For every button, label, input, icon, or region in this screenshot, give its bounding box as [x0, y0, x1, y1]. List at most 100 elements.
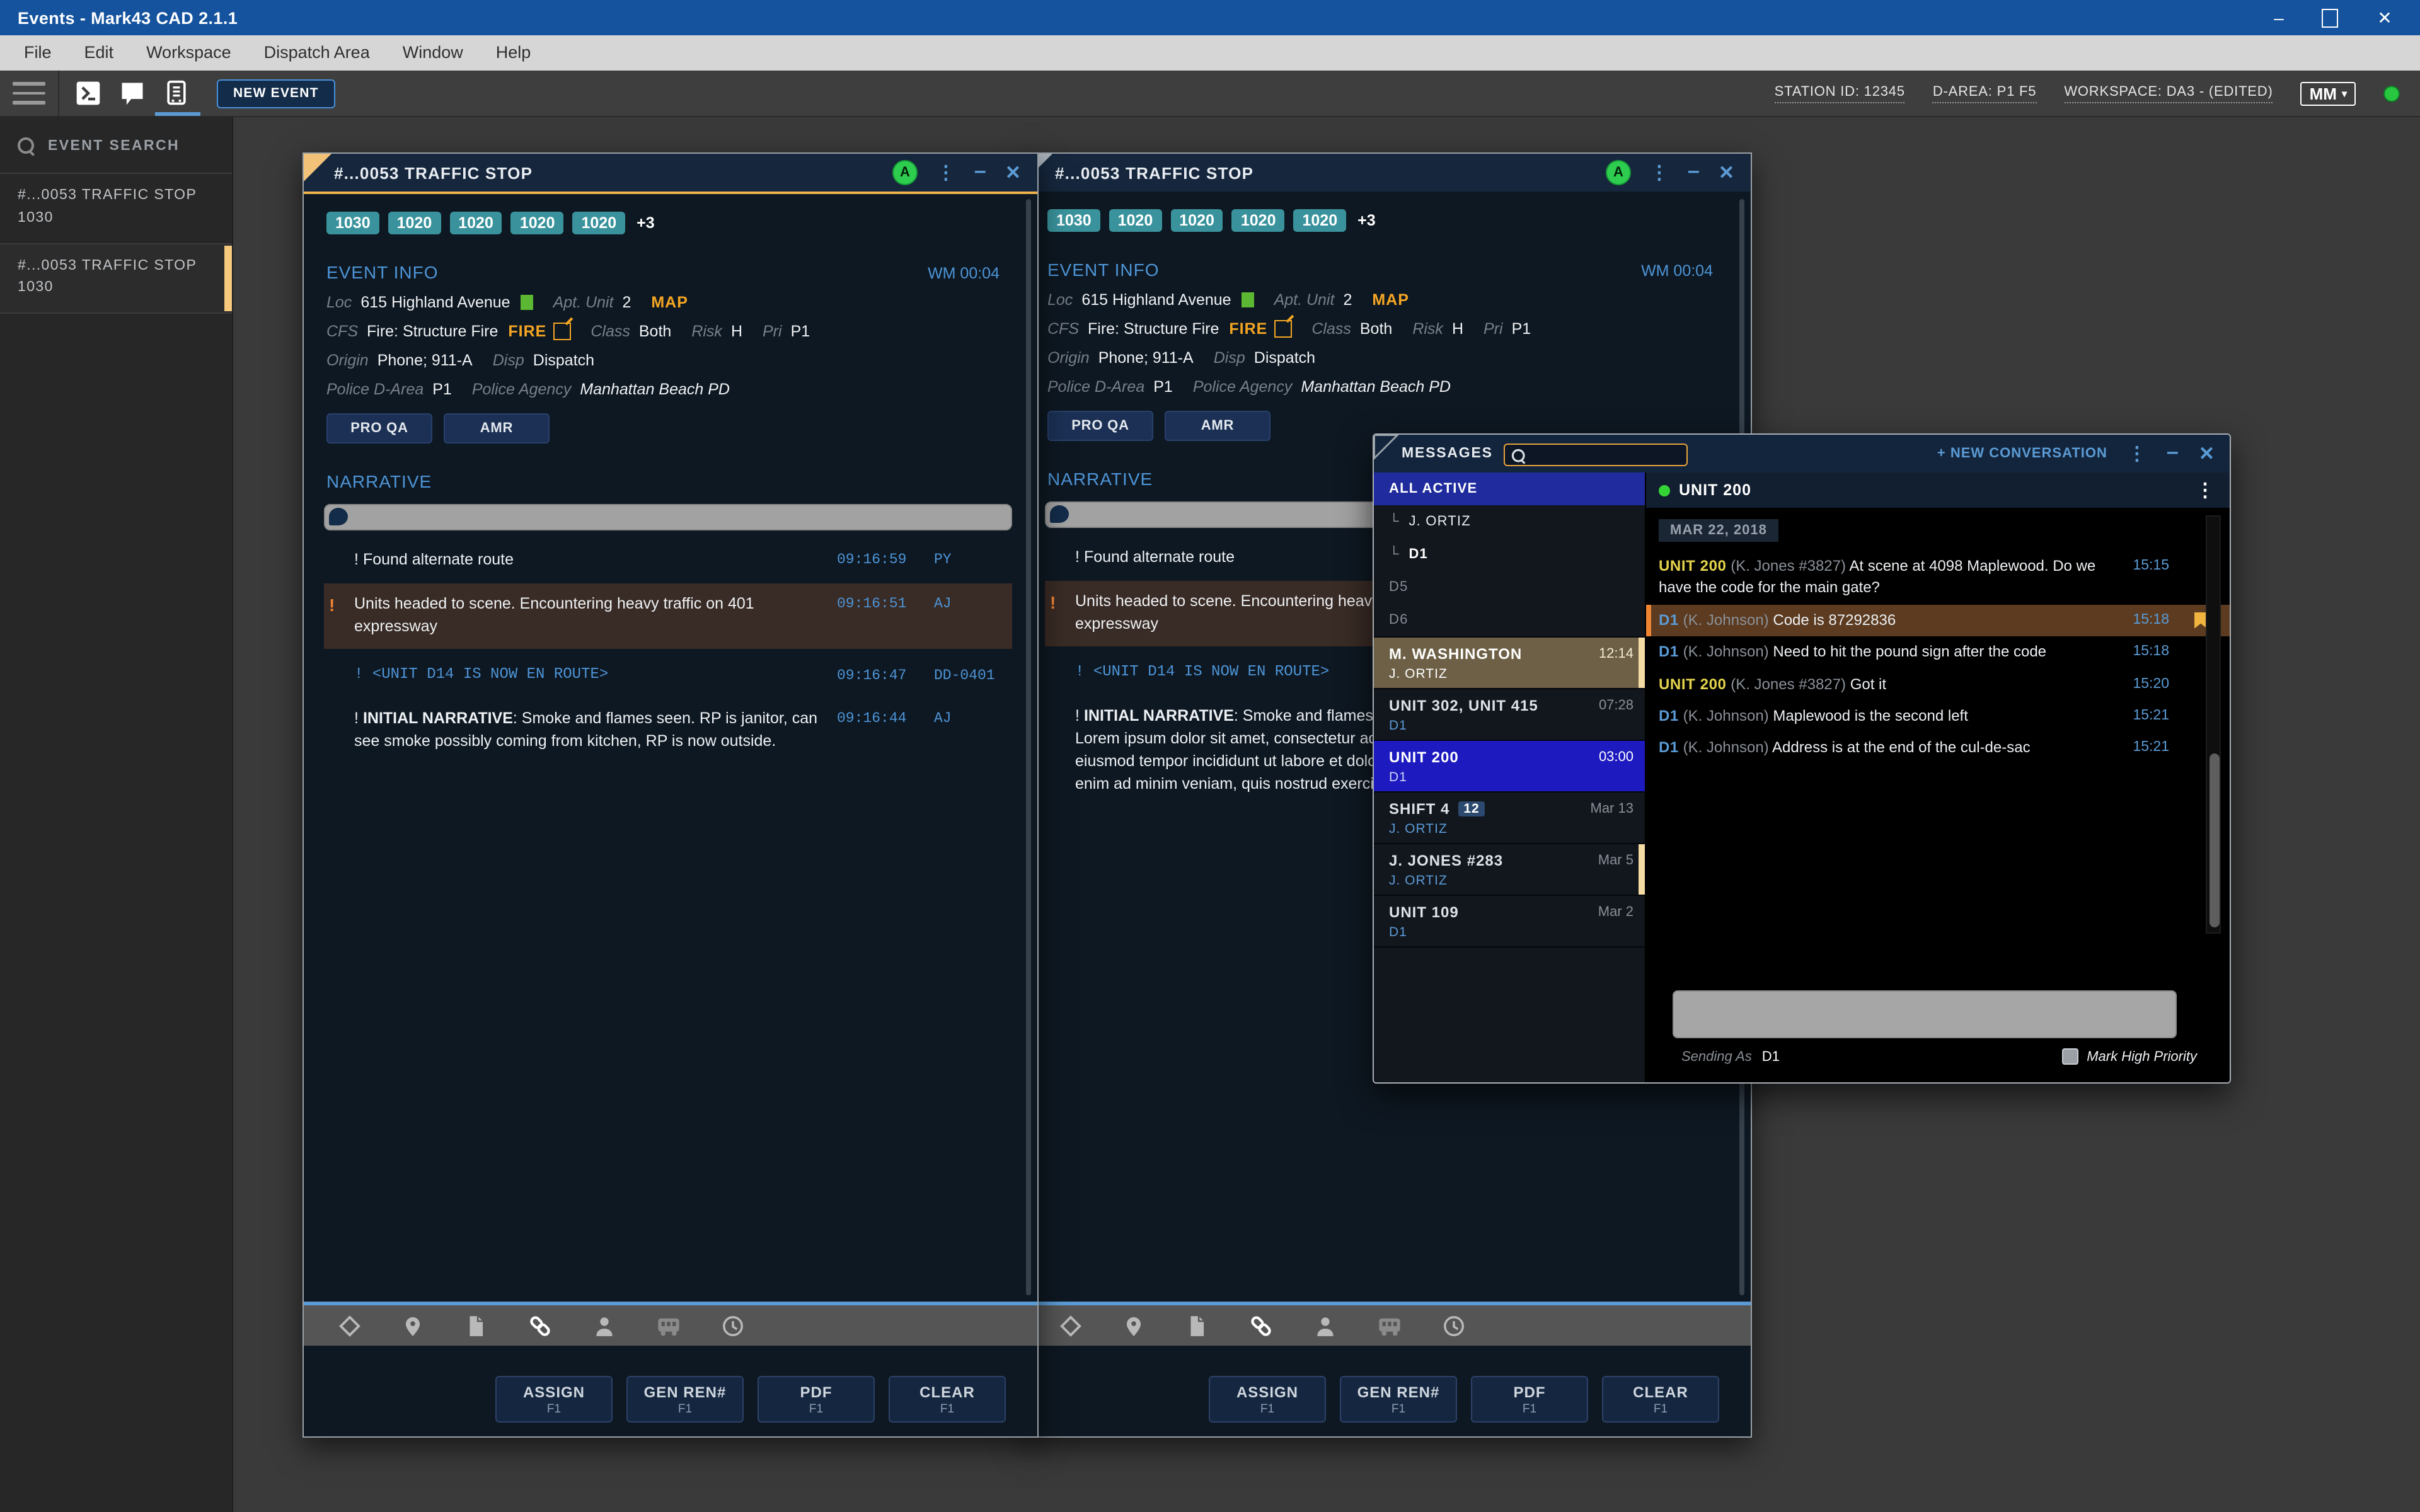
- file-icon[interactable]: [1185, 1314, 1209, 1337]
- maximize-icon[interactable]: [2322, 8, 2342, 27]
- menu-item[interactable]: Window: [386, 35, 480, 71]
- event-window-header[interactable]: #...0053 TRAFFIC STOP A ⋮ – ✕: [1025, 154, 1751, 192]
- close-icon[interactable]: ✕: [2199, 444, 2215, 463]
- conversation-filter[interactable]: D6: [1374, 604, 1645, 636]
- event-tag[interactable]: 1020: [1232, 209, 1285, 232]
- user-menu-dropdown[interactable]: MM ▾: [2301, 81, 2356, 105]
- narrative-entry[interactable]: ! Found alternate route 09:16:59 PY: [324, 546, 1012, 573]
- event-tag[interactable]: 1020: [1109, 209, 1162, 232]
- info-action-button[interactable]: AMR: [444, 413, 550, 444]
- chat-scrollbar-thumb[interactable]: [2210, 753, 2220, 927]
- map-link[interactable]: MAP: [1372, 291, 1409, 309]
- chat-message[interactable]: UNIT 200 (K. Jones #3827) Got it 15:20: [1646, 668, 2230, 701]
- more-tags-label[interactable]: +3: [637, 214, 655, 232]
- minimize-icon[interactable]: –: [2269, 8, 2289, 28]
- vehicle-icon[interactable]: [655, 1312, 682, 1339]
- conversation-filter[interactable]: D1: [1374, 538, 1645, 571]
- close-icon[interactable]: ✕: [1719, 163, 1734, 182]
- diamond-icon[interactable]: [338, 1314, 362, 1337]
- bookmark-icon[interactable]: [2194, 612, 2207, 629]
- conversation-filter[interactable]: J. ORTIZ: [1374, 505, 1645, 538]
- conversation-item[interactable]: M. WASHINGTON 12:14 J. ORTIZ: [1374, 638, 1645, 689]
- conversation-item[interactable]: SHIFT 412 Mar 13 J. ORTIZ: [1374, 793, 1645, 844]
- event-tag[interactable]: 1020: [573, 212, 626, 234]
- event-tag[interactable]: 1030: [1047, 209, 1100, 232]
- narrative-input[interactable]: [324, 504, 1012, 530]
- chat-message[interactable]: D1 (K. Johnson) Code is 87292836 15:18: [1646, 605, 2230, 637]
- info-action-button[interactable]: PRO QA: [1047, 411, 1153, 441]
- hamburger-icon[interactable]: [13, 83, 45, 105]
- event-action-button[interactable]: ASSIGN F1: [495, 1376, 613, 1423]
- person-icon[interactable]: [592, 1314, 616, 1337]
- external-link-icon[interactable]: [553, 323, 570, 340]
- new-conversation-button[interactable]: + NEW CONVERSATION: [1937, 446, 2107, 461]
- conversation-item[interactable]: UNIT 109 Mar 2 D1: [1374, 896, 1645, 948]
- narrative-entry[interactable]: ! INITIAL NARRATIVE: Smoke and flames se…: [324, 704, 1012, 755]
- menu-item[interactable]: Dispatch Area: [248, 35, 386, 71]
- event-list-item[interactable]: #...0053 TRAFFIC STOP 1030: [0, 174, 232, 244]
- person-icon[interactable]: [1313, 1314, 1337, 1337]
- event-tag[interactable]: 1020: [1170, 209, 1223, 232]
- new-event-button[interactable]: NEW EVENT: [217, 79, 335, 108]
- menu-item[interactable]: Workspace: [130, 35, 248, 71]
- avatar[interactable]: A: [892, 160, 918, 185]
- conversation-item[interactable]: J. JONES #283 Mar 5 J. ORTIZ: [1374, 844, 1645, 896]
- d-area-label[interactable]: D-AREA: P1 F5: [1933, 84, 2036, 103]
- minimize-icon[interactable]: –: [1688, 159, 1700, 181]
- minimize-icon[interactable]: –: [974, 159, 986, 181]
- kebab-menu-icon[interactable]: ⋮: [1650, 163, 1669, 182]
- menu-item[interactable]: Edit: [68, 35, 130, 71]
- chat-icon[interactable]: [117, 78, 147, 108]
- messages-search-input[interactable]: [1504, 443, 1688, 466]
- scrollbar[interactable]: [1026, 199, 1031, 1295]
- event-action-button[interactable]: GEN REN# F1: [626, 1376, 744, 1423]
- vehicle-icon[interactable]: [1376, 1312, 1403, 1339]
- kebab-menu-icon[interactable]: ⋮: [2196, 481, 2215, 500]
- terminal-icon[interactable]: [73, 78, 103, 108]
- diamond-icon[interactable]: [1059, 1314, 1083, 1337]
- close-icon[interactable]: ✕: [1005, 163, 1021, 182]
- event-list-item[interactable]: #...0053 TRAFFIC STOP 1030: [0, 244, 232, 314]
- file-icon[interactable]: [464, 1314, 488, 1337]
- more-tags-label[interactable]: +3: [1357, 212, 1376, 229]
- conversation-item[interactable]: UNIT 200 03:00 D1: [1374, 741, 1645, 793]
- dispatch-icon[interactable]: [161, 78, 192, 108]
- chat-message[interactable]: D1 (K. Johnson) Address is at the end of…: [1646, 733, 2230, 765]
- event-tag[interactable]: 1020: [1294, 209, 1347, 232]
- event-tag[interactable]: 1020: [388, 212, 441, 234]
- event-tag[interactable]: 1030: [326, 212, 379, 234]
- history-icon[interactable]: [721, 1314, 745, 1337]
- search-icon[interactable]: [18, 137, 35, 155]
- pin-icon[interactable]: [1122, 1314, 1146, 1337]
- station-id-label[interactable]: STATION ID: 12345: [1775, 84, 1905, 103]
- menu-item[interactable]: Help: [480, 35, 548, 71]
- link-icon[interactable]: [527, 1312, 553, 1339]
- pin-icon[interactable]: [401, 1314, 425, 1337]
- conversation-filter[interactable]: ALL ACTIVE: [1374, 472, 1645, 505]
- event-tag[interactable]: 1020: [449, 212, 502, 234]
- event-action-button[interactable]: ASSIGN F1: [1209, 1376, 1326, 1423]
- chat-message-input[interactable]: [1673, 990, 2177, 1038]
- chat-message[interactable]: D1 (K. Johnson) Need to hit the pound si…: [1646, 636, 2230, 668]
- event-action-button[interactable]: PDF F1: [1471, 1376, 1588, 1423]
- event-action-button[interactable]: CLEAR F1: [889, 1376, 1006, 1423]
- external-link-icon[interactable]: [1274, 320, 1291, 338]
- event-window-header[interactable]: #...0053 TRAFFIC STOP A ⋮ – ✕: [304, 154, 1037, 194]
- map-link[interactable]: MAP: [651, 294, 688, 311]
- conversation-item[interactable]: UNIT 302, UNIT 415 07:28 D1: [1374, 689, 1645, 741]
- minimize-icon[interactable]: –: [2167, 440, 2179, 462]
- kebab-menu-icon[interactable]: ⋮: [936, 163, 955, 182]
- fire-link[interactable]: FIRE: [1229, 320, 1267, 338]
- menu-item[interactable]: File: [8, 35, 68, 71]
- history-icon[interactable]: [1442, 1314, 1466, 1337]
- conversation-filter[interactable]: D5: [1374, 571, 1645, 604]
- workspace-label[interactable]: WORKSPACE: DA3 - (EDITED): [2064, 84, 2273, 103]
- kebab-menu-icon[interactable]: ⋮: [2128, 444, 2146, 463]
- event-tag[interactable]: 1020: [511, 212, 564, 234]
- narrative-entry[interactable]: ! Units headed to scene. Encountering he…: [324, 583, 1012, 650]
- narrative-entry[interactable]: ! <UNIT D14 IS NOW EN ROUTE> 09:16:47 DD…: [324, 662, 1012, 689]
- info-action-button[interactable]: AMR: [1165, 411, 1270, 441]
- messages-header[interactable]: MESSAGES + NEW CONVERSATION ⋮ – ✕: [1374, 435, 2230, 472]
- close-icon[interactable]: ✕: [2375, 7, 2395, 28]
- link-icon[interactable]: [1248, 1312, 1274, 1339]
